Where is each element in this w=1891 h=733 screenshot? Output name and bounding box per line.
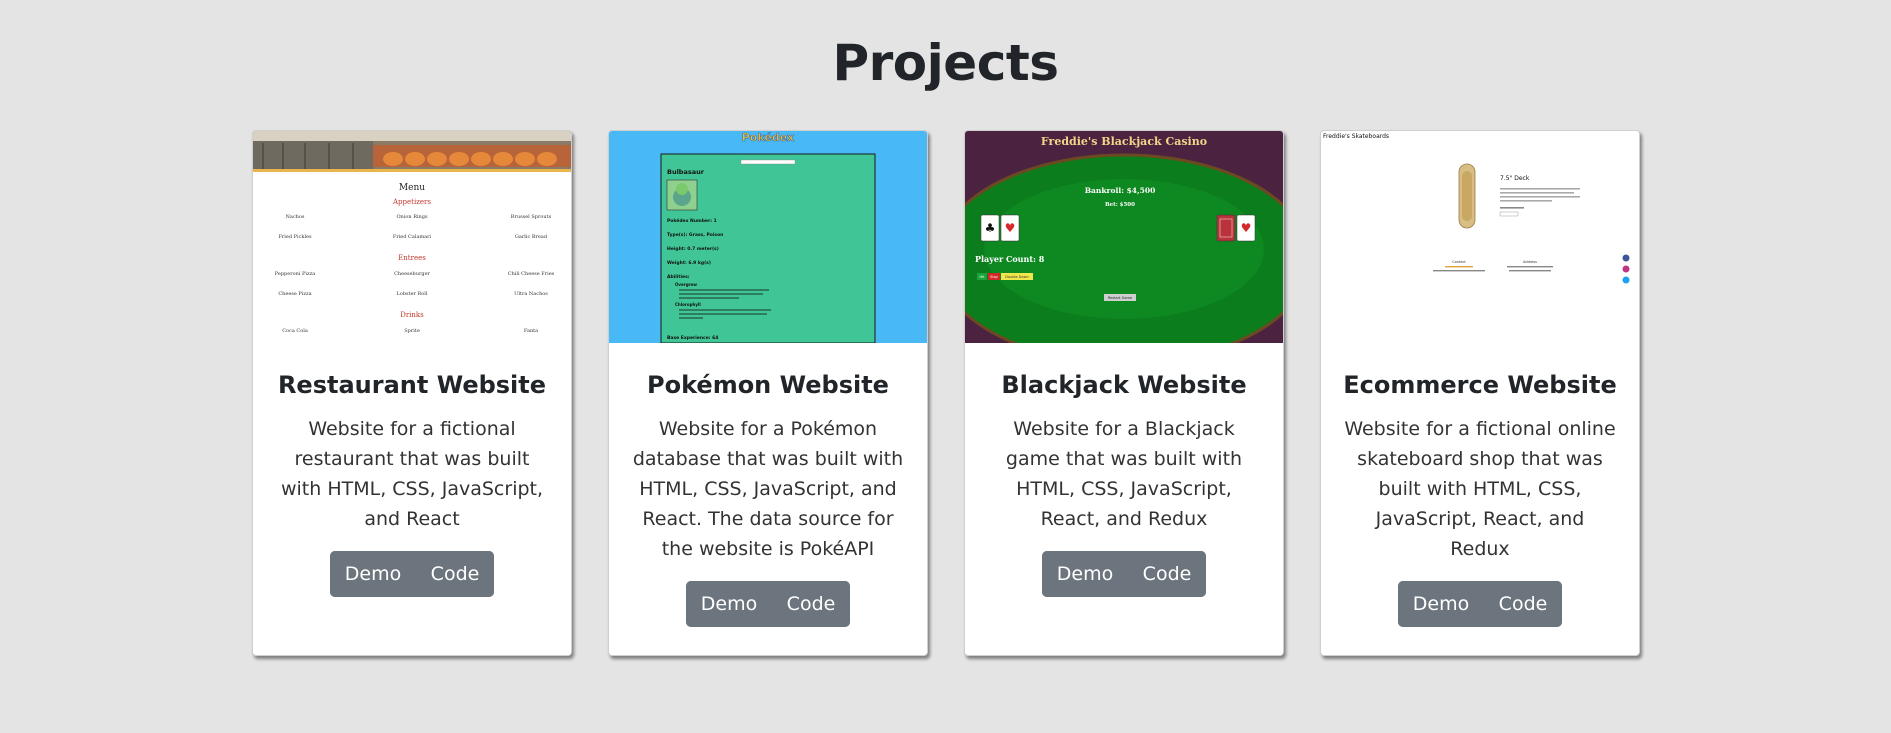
restaurant-thumb-item: Pepperoni Pizza — [275, 271, 316, 277]
pokemon-thumb-logo: Pokédex — [742, 131, 795, 144]
project-button-group: Demo Code — [686, 581, 850, 627]
restaurant-thumb-item: Onion Rings — [396, 214, 428, 220]
restaurant-thumb-item: Garlic Bread — [515, 234, 548, 240]
restaurant-thumb-heading: Menu — [399, 183, 425, 193]
blackjack-thumb-double: Double Down — [1005, 275, 1028, 279]
project-card-blackjack: Freddie's Blackjack Casino Bankroll: $4,… — [964, 130, 1284, 656]
restaurant-thumb-item: Brussel Sprouts — [511, 214, 552, 220]
code-button[interactable]: Code — [1484, 581, 1562, 627]
svg-text:♣: ♣ — [985, 221, 996, 235]
pokemon-thumb-ability: Chlorophyll — [675, 302, 701, 307]
blackjack-thumb-restart: Restart Game — [1108, 296, 1132, 300]
project-title: Blackjack Website — [1001, 371, 1247, 399]
restaurant-thumbnail: Menu Appetizers Nachos Onion Rings Bruss… — [253, 131, 571, 343]
svg-text:♥: ♥ — [1241, 221, 1252, 235]
card-body: Pokémon Website Website for a Pokémon da… — [609, 343, 927, 627]
blackjack-thumb-bankroll: Bankroll: $4,500 — [1085, 186, 1156, 195]
blackjack-thumb-bet: Bet: $500 — [1105, 202, 1135, 208]
pokemon-thumb-line: Weight: 6.9 kg(s) — [667, 260, 711, 266]
pokemon-thumb-line: Height: 0.7 meter(s) — [667, 246, 719, 252]
restaurant-thumb-item: Fried Pickles — [278, 234, 312, 240]
restaurant-thumb-item: Fried Calamari — [393, 234, 432, 240]
demo-button[interactable]: Demo — [1398, 581, 1484, 627]
restaurant-thumb-item: Chili Cheese Fries — [508, 271, 555, 277]
pokemon-thumb-line: Abilities: — [667, 274, 690, 280]
card-body: Ecommerce Website Website for a fictiona… — [1321, 343, 1639, 627]
ecommerce-thumb-brand: Freddie's Skateboards — [1323, 133, 1389, 140]
blackjack-thumb-stay: Stay — [990, 275, 998, 279]
projects-grid: Menu Appetizers Nachos Onion Rings Bruss… — [252, 130, 1640, 656]
project-title: Pokémon Website — [647, 371, 889, 399]
pokemon-thumbnail: Pokédex Bulbasaur Pokédex Number: 1 Type… — [609, 131, 927, 343]
blackjack-thumb-heading: Freddie's Blackjack Casino — [1041, 135, 1207, 148]
project-card-pokemon: Pokédex Bulbasaur Pokédex Number: 1 Type… — [608, 130, 928, 656]
project-title: Ecommerce Website — [1343, 371, 1617, 399]
restaurant-thumb-item: Lobster Roll — [396, 291, 427, 297]
project-description: Website for a fictional online skateboar… — [1344, 418, 1616, 560]
project-card-ecommerce: Freddie's Skateboards 7.5" Deck Contact … — [1320, 130, 1640, 656]
restaurant-thumb-item: Cheese Pizza — [278, 291, 311, 297]
blackjack-thumb-player-count: Player Count: 8 — [975, 254, 1045, 264]
restaurant-thumb-section: Entrees — [398, 254, 426, 262]
ecommerce-thumb-contact: Contact — [1452, 260, 1466, 264]
demo-button[interactable]: Demo — [330, 551, 416, 597]
restaurant-thumb-item: Fanta — [524, 328, 538, 334]
code-button[interactable]: Code — [416, 551, 494, 597]
blackjack-thumbnail: Freddie's Blackjack Casino Bankroll: $4,… — [965, 131, 1283, 343]
pokemon-thumb-name: Bulbasaur — [667, 168, 705, 176]
pokemon-thumb-line: Type(s): Grass, Poison — [667, 232, 723, 238]
svg-text:♥: ♥ — [1005, 221, 1016, 235]
restaurant-thumb-section: Appetizers — [392, 198, 431, 206]
restaurant-thumb-item: Ultra Nachos — [514, 291, 548, 297]
project-title: Restaurant Website — [277, 371, 547, 399]
restaurant-thumb-item: Sprite — [404, 328, 420, 334]
project-button-group: Demo Code — [1398, 581, 1562, 627]
restaurant-thumb-section: Drinks — [400, 311, 424, 319]
restaurant-thumb-item: Coca Cola — [282, 328, 308, 334]
ecommerce-thumb-address: Address — [1523, 260, 1537, 264]
project-button-group: Demo Code — [330, 551, 494, 597]
card-body: Restaurant Website Website for a fiction… — [253, 343, 571, 597]
ecommerce-thumb-product: 7.5" Deck — [1500, 175, 1530, 182]
project-description: Website for a Blackjack game that was bu… — [1005, 418, 1243, 530]
pokemon-thumb-line: Base Experience: 64 — [667, 335, 718, 341]
project-card-restaurant: Menu Appetizers Nachos Onion Rings Bruss… — [252, 130, 572, 656]
page-title: Projects — [832, 34, 1059, 92]
code-button[interactable]: Code — [1128, 551, 1206, 597]
project-description: Website for a Pokémon database that was … — [632, 418, 904, 560]
project-button-group: Demo Code — [1042, 551, 1206, 597]
project-description: Website for a fictional restaurant that … — [280, 418, 544, 530]
restaurant-thumb-item: Nachos — [286, 214, 305, 220]
pokemon-thumb-line: Pokédex Number: 1 — [667, 217, 717, 224]
ecommerce-thumbnail: Freddie's Skateboards 7.5" Deck Contact … — [1321, 131, 1639, 343]
blackjack-thumb-hit: Hit — [980, 275, 986, 279]
pokemon-thumb-ability: Overgrow — [675, 282, 697, 287]
demo-button[interactable]: Demo — [1042, 551, 1128, 597]
restaurant-thumb-item: Cheeseburger — [394, 271, 430, 277]
code-button[interactable]: Code — [772, 581, 850, 627]
demo-button[interactable]: Demo — [686, 581, 772, 627]
card-body: Blackjack Website Website for a Blackjac… — [965, 343, 1283, 597]
